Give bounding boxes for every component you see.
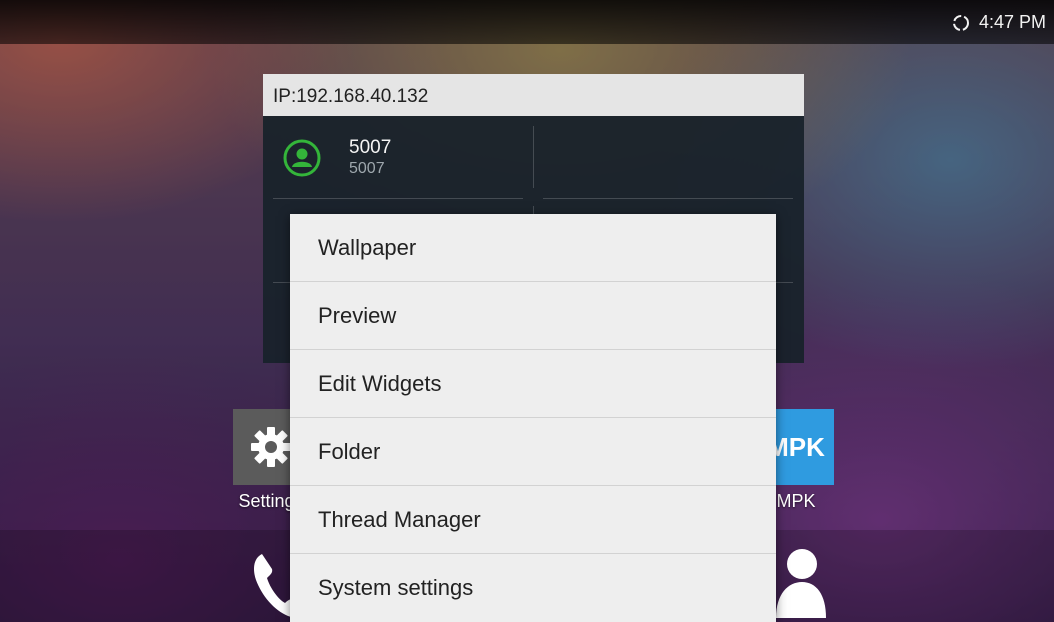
user-avatar-icon <box>283 139 321 177</box>
menu-item-preview[interactable]: Preview <box>290 282 776 350</box>
menu-item-edit-widgets[interactable]: Edit Widgets <box>290 350 776 418</box>
widget-ip-header: IP:192.168.40.132 <box>263 74 804 116</box>
cell-divider-horizontal <box>273 198 523 199</box>
menu-item-wallpaper[interactable]: Wallpaper <box>290 214 776 282</box>
menu-item-thread-manager[interactable]: Thread Manager <box>290 486 776 554</box>
account-name: 5007 <box>349 137 392 158</box>
cell-divider-horizontal-2 <box>543 198 793 199</box>
account-texts: 5007 5007 <box>349 137 391 179</box>
menu-item-folder[interactable]: Folder <box>290 418 776 486</box>
menu-item-system-settings[interactable]: System settings <box>290 554 776 622</box>
cell-divider-vertical <box>533 126 534 188</box>
contacts-icon[interactable] <box>770 542 830 622</box>
account-cell[interactable]: 5007 5007 <box>263 116 533 200</box>
status-right: 4:47 PM <box>951 12 1046 33</box>
home-screen: 4:47 PM IP:192.168.40.132 5007 5007 Sett… <box>0 0 1054 622</box>
status-bar: 4:47 PM <box>0 0 1054 44</box>
status-time: 4:47 PM <box>978 12 1046 32</box>
account-number: 5007 <box>349 160 385 177</box>
sync-icon <box>951 13 971 33</box>
context-menu: Wallpaper Preview Edit Widgets Folder Th… <box>290 214 776 622</box>
